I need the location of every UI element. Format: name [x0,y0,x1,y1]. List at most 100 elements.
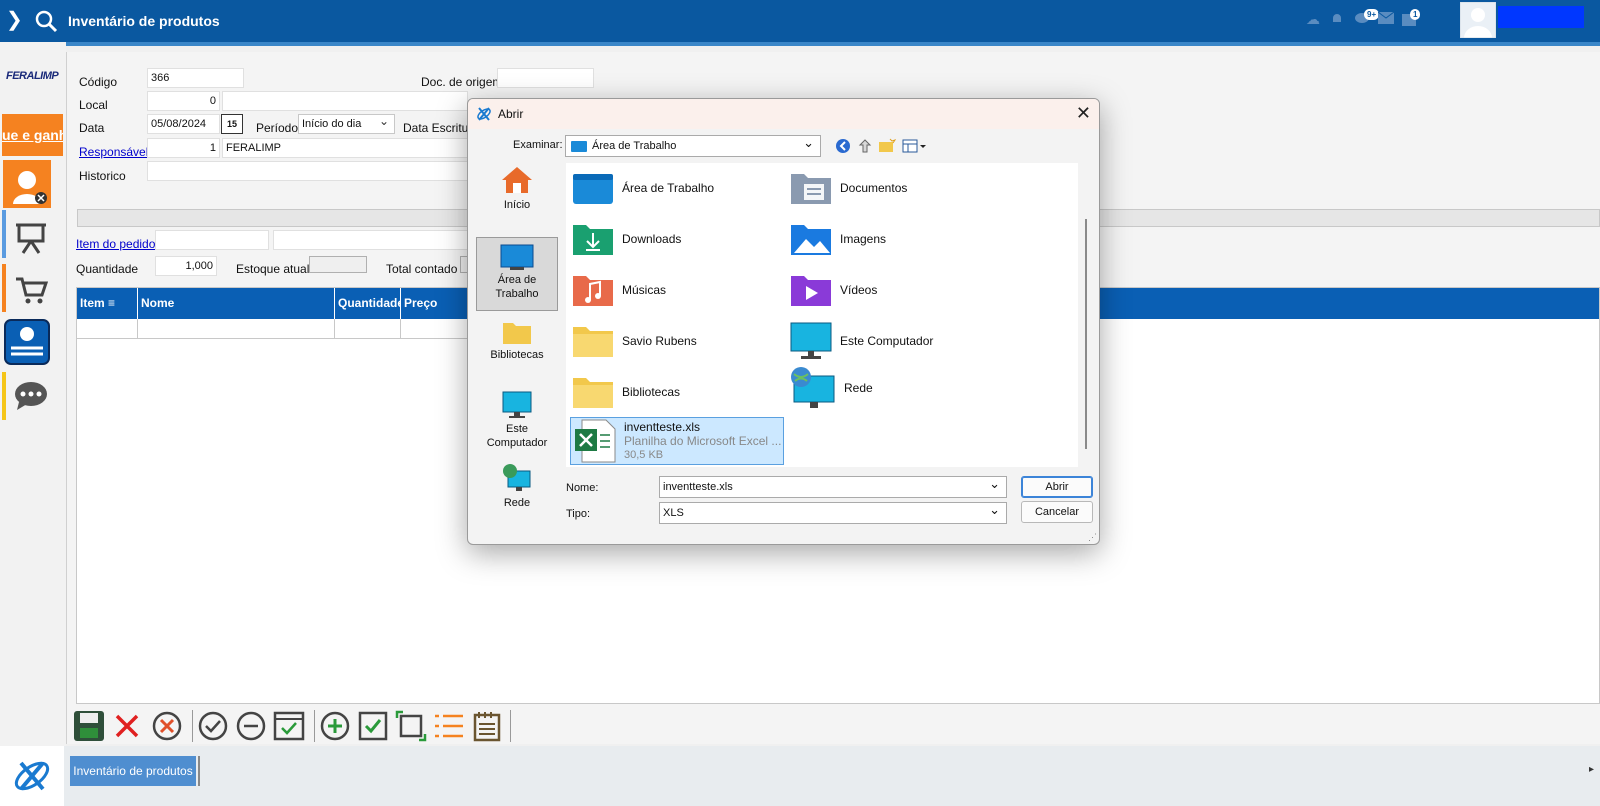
resize-grip-icon[interactable]: ⋰ [1088,532,1097,543]
ideas-book-icon[interactable] [2,318,52,366]
top-bar-accent [66,42,1600,46]
local-code-input[interactable]: 0 [147,91,220,111]
cancel-button[interactable]: Cancelar [1021,501,1093,523]
table-row[interactable] [138,319,335,339]
taskbar-item-inventario[interactable]: Inventário de produtos [70,756,196,786]
file-list-scrollbar[interactable] [1085,219,1087,449]
app-logo-icon[interactable] [0,746,64,806]
responsavel-link[interactable]: Responsável [79,145,148,159]
responsavel-code-input[interactable]: 1 [147,138,220,158]
calendar-badge: 1 [1410,9,1421,20]
pictures-icon [791,225,831,255]
brand-logo: FERALIMP [6,70,59,82]
back-icon[interactable] [834,138,852,156]
place-area-de-trabalho[interactable]: Área de Trabalho [476,237,558,311]
chevron-right-icon[interactable]: ❯ [6,10,23,30]
taskbar: Inventário de produtos ▸ [0,746,1600,806]
look-in-label: Examinar: [513,139,563,151]
file-list[interactable]: Área de Trabalho Documentos Downloads Im… [566,163,1078,467]
folder-icon [573,378,613,408]
promo-banner[interactable]: ue e ganh [2,114,63,156]
add-circle-icon[interactable] [318,709,352,743]
item-pedido-code-input[interactable] [155,230,269,250]
calendar-picker-icon[interactable]: 15 [221,114,243,134]
up-folder-icon[interactable] [856,138,874,156]
network-icon [503,464,531,491]
historico-input[interactable] [147,161,468,181]
column-header-nome[interactable]: Nome [138,288,335,319]
shopping-cart-icon[interactable] [6,266,56,314]
responsavel-name-input[interactable]: FERALIMP [222,138,468,158]
open-button[interactable]: Abrir [1021,476,1093,498]
list-item[interactable]: Downloads [572,216,772,262]
total-contado-label: Total contado [386,262,458,276]
confirm-circle-icon[interactable] [196,709,230,743]
cancel-circle-icon[interactable] [150,709,184,743]
view-menu-icon[interactable] [902,138,928,156]
periodo-select[interactable]: Início do dia [298,112,395,134]
file-type-label: Tipo: [566,508,591,520]
column-header-item[interactable]: Item ≡ [77,288,138,319]
mail-icon[interactable] [1377,11,1395,26]
local-name-input[interactable] [222,91,468,111]
list-item[interactable]: Savio Rubens [572,318,772,364]
list-item[interactable]: Vídeos [790,267,990,313]
place-rede[interactable]: Rede [476,463,558,511]
place-este-computador[interactable]: Este Computador [476,391,558,453]
selected-file-item[interactable]: inventteste.xls Planilha do Microsoft Ex… [570,417,784,465]
estoque-label: Estoque atual [236,262,310,276]
sort-icon[interactable]: ≡ [108,296,115,310]
column-header-preco[interactable]: Preço [401,288,471,319]
avatar[interactable] [1460,2,1496,38]
estoque-input [309,256,367,273]
check-box-icon[interactable] [356,709,390,743]
delete-icon[interactable] [110,709,144,743]
support-agent-icon[interactable] [2,160,52,208]
taskbar-scroll-right-icon[interactable]: ▸ [1589,764,1594,775]
table-row[interactable] [401,319,471,339]
table-row[interactable] [335,319,401,339]
doc-origem-input[interactable] [497,68,594,88]
user-name-box[interactable] [1498,6,1584,28]
save-icon[interactable] [72,709,106,743]
place-inicio[interactable]: Início [476,165,558,221]
list-icon[interactable] [432,709,466,743]
item-pedido-name-input[interactable] [273,230,468,250]
close-icon[interactable]: ✕ [1076,103,1091,124]
presentation-board-icon[interactable] [6,214,56,262]
list-item[interactable]: Área de Trabalho [572,165,772,211]
list-item[interactable]: Este Computador [790,318,990,364]
data-input[interactable]: 05/08/2024 [147,114,220,134]
column-header-quantidade[interactable]: Quantidade [335,288,401,319]
table-row[interactable] [77,319,138,339]
chat-bubble-icon[interactable] [6,372,56,420]
notepad-icon[interactable] [470,709,504,743]
list-item[interactable]: Músicas [572,267,772,313]
item-pedido-link[interactable]: Item do pedido [76,237,155,251]
list-item[interactable]: Rede [790,365,990,411]
place-bibliotecas[interactable]: Bibliotecas [476,319,558,367]
list-item[interactable]: Documentos [790,165,990,211]
search-icon[interactable] [34,9,58,36]
window-check-icon[interactable] [272,709,306,743]
bell-icon[interactable] [1330,12,1346,26]
new-folder-icon[interactable] [878,138,897,156]
network-icon [791,367,835,408]
look-in-select[interactable]: Área de Trabalho [565,133,821,157]
resize-frame-icon[interactable] [394,709,428,743]
folder-icon [503,323,531,344]
quantidade-input[interactable]: 1,000 [155,256,217,276]
dialog-title-bar[interactable]: Abrir ✕ [468,99,1099,129]
list-item[interactable]: Imagens [790,216,990,262]
notification-badge: 9+ [1364,9,1380,20]
desktop-icon [500,244,534,270]
file-type-select[interactable]: XLS [659,500,1007,524]
codigo-input[interactable]: 366 [147,68,244,88]
open-file-dialog: Abrir ✕ Examinar: Área de Trabalho Iníci… [467,98,1100,545]
file-name-input[interactable]: inventteste.xls [659,474,1007,498]
desktop-icon [573,174,613,204]
cloud-upload-icon[interactable]: ☁ [1306,12,1322,26]
list-item[interactable]: Bibliotecas [572,369,772,415]
bottom-toolbar [72,706,522,744]
minus-circle-icon[interactable] [234,709,268,743]
